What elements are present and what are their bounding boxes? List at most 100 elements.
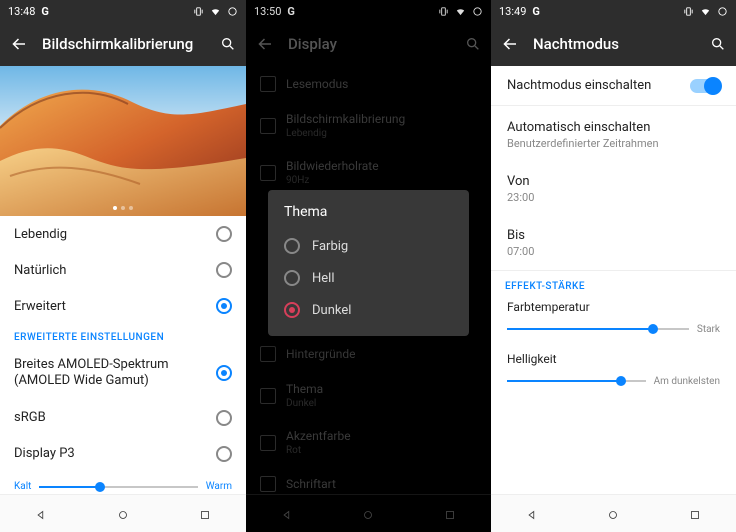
nav-home-icon[interactable] [116, 507, 130, 521]
status-bar: 13:49 G [491, 0, 736, 22]
nav-recent-icon[interactable] [443, 507, 457, 521]
nav-back-icon[interactable] [525, 507, 539, 521]
slider-end-label: Am dunkelsten [654, 376, 720, 387]
item-theme[interactable]: ThemaDunkel [246, 372, 491, 419]
theme-icon [260, 388, 276, 404]
auto-enable-row[interactable]: Automatisch einschalten Benutzerdefinier… [491, 108, 736, 162]
item-lesemodus[interactable]: Lesemodus [246, 66, 491, 102]
wifi-icon [455, 6, 466, 17]
page-title: Nachtmodus [533, 35, 696, 53]
slider-label-warm: Warm [206, 481, 232, 492]
status-time: 13:49 [499, 5, 526, 18]
nav-bar [0, 494, 246, 532]
slider-label: Helligkeit [507, 352, 720, 366]
back-icon[interactable] [501, 35, 519, 53]
app-bar: Display [246, 22, 491, 66]
radio-icon [216, 298, 232, 314]
calibration-options-list: Lebendig Natürlich Erweitert ERWEITERTE … [0, 216, 246, 494]
search-icon[interactable] [220, 36, 236, 52]
item-kalibrierung[interactable]: BildschirmkalibrierungLebendig [246, 102, 491, 149]
back-icon[interactable] [10, 35, 28, 53]
section-header-effect: EFFEKT-STÄRKE [491, 273, 736, 296]
app-bar: Nachtmodus [491, 22, 736, 66]
radio-icon [216, 410, 232, 426]
hero-image[interactable] [0, 66, 246, 216]
theme-option-colorful[interactable]: Farbig [284, 230, 453, 262]
vibrate-icon [683, 6, 694, 17]
nav-bar [491, 494, 736, 532]
screen-display: 13:50 G Display Lesemodus Bildschirmkali… [246, 0, 491, 532]
brightness-slider[interactable] [507, 374, 646, 388]
dialog-title: Thema [284, 204, 453, 220]
nightmode-toggle-row[interactable]: Nachtmodus einschalten [491, 66, 736, 105]
screen-nightmode: 13:49 G Nachtmodus Nachtmodus einschalte… [491, 0, 736, 532]
pager-dots [113, 206, 133, 210]
time-to-row[interactable]: Bis 07:00 [491, 216, 736, 270]
back-icon[interactable] [256, 35, 274, 53]
g-icon: G [41, 5, 49, 18]
option-amoled-wide[interactable]: Breites AMOLED-Spektrum (AMOLED Wide Gam… [0, 347, 246, 400]
page-title: Bildschirmkalibrierung [42, 35, 206, 53]
item-font[interactable]: Schriftart [246, 466, 491, 494]
radio-icon [216, 446, 232, 462]
vibrate-icon [438, 6, 449, 17]
wallpaper-icon [260, 346, 276, 362]
nav-recent-icon[interactable] [198, 507, 212, 521]
divider [491, 105, 736, 106]
font-icon [260, 476, 276, 492]
radio-icon [284, 270, 300, 286]
item-refresh-rate[interactable]: Bildwiederholrate90Hz [246, 149, 491, 196]
theme-option-light[interactable]: Hell [284, 262, 453, 294]
nav-recent-icon[interactable] [688, 507, 702, 521]
divider [491, 270, 736, 271]
color-temp-slider-block: Farbtemperatur Stark [491, 296, 736, 348]
status-bar: 13:48 G [0, 0, 246, 22]
nav-bar [246, 494, 491, 532]
item-accent[interactable]: AkzentfarbeRot [246, 419, 491, 466]
radio-icon [216, 365, 232, 381]
g-icon: G [532, 5, 540, 18]
color-temp-slider[interactable] [507, 322, 689, 336]
nightmode-list: Nachtmodus einschalten Automatisch einsc… [491, 66, 736, 494]
search-icon[interactable] [465, 36, 481, 52]
status-time: 13:48 [8, 5, 35, 18]
section-header-advanced: ERWEITERTE EINSTELLUNGEN [0, 324, 246, 347]
status-time: 13:50 [254, 5, 281, 18]
accent-icon [260, 435, 276, 451]
wifi-icon [700, 6, 711, 17]
refresh-icon [260, 165, 276, 181]
color-temp-slider[interactable] [39, 480, 197, 494]
app-bar: Bildschirmkalibrierung [0, 22, 246, 66]
battery-circle-icon [717, 6, 728, 17]
calibration-icon [260, 118, 276, 134]
slider-end-label: Stark [697, 324, 720, 335]
nav-back-icon[interactable] [34, 507, 48, 521]
battery-circle-icon [227, 6, 238, 17]
vibrate-icon [193, 6, 204, 17]
option-lebendig[interactable]: Lebendig [0, 216, 246, 252]
battery-circle-icon [472, 6, 483, 17]
option-natuerlich[interactable]: Natürlich [0, 252, 246, 288]
g-icon: G [287, 5, 295, 18]
nav-home-icon[interactable] [606, 507, 620, 521]
toggle-switch[interactable] [690, 79, 720, 93]
theme-dialog: Thema Farbig Hell Dunkel [268, 190, 469, 336]
option-erweitert[interactable]: Erweitert [0, 288, 246, 324]
nav-back-icon[interactable] [280, 507, 294, 521]
radio-icon [284, 302, 300, 318]
theme-option-dark[interactable]: Dunkel [284, 294, 453, 326]
nav-home-icon[interactable] [361, 507, 375, 521]
option-srgb[interactable]: sRGB [0, 400, 246, 436]
color-temp-slider-row: Kalt Warm [0, 472, 246, 494]
item-wallpaper[interactable]: Hintergründe [246, 336, 491, 372]
screen-calibration: 13:48 G Bildschirmkalibrierung [0, 0, 246, 532]
brightness-slider-block: Helligkeit Am dunkelsten [491, 348, 736, 400]
time-from-row[interactable]: Von 23:00 [491, 162, 736, 216]
reading-icon [260, 76, 276, 92]
radio-icon [216, 226, 232, 242]
search-icon[interactable] [710, 36, 726, 52]
radio-icon [284, 238, 300, 254]
page-title: Display [288, 35, 451, 53]
option-display-p3[interactable]: Display P3 [0, 436, 246, 472]
wifi-icon [210, 6, 221, 17]
